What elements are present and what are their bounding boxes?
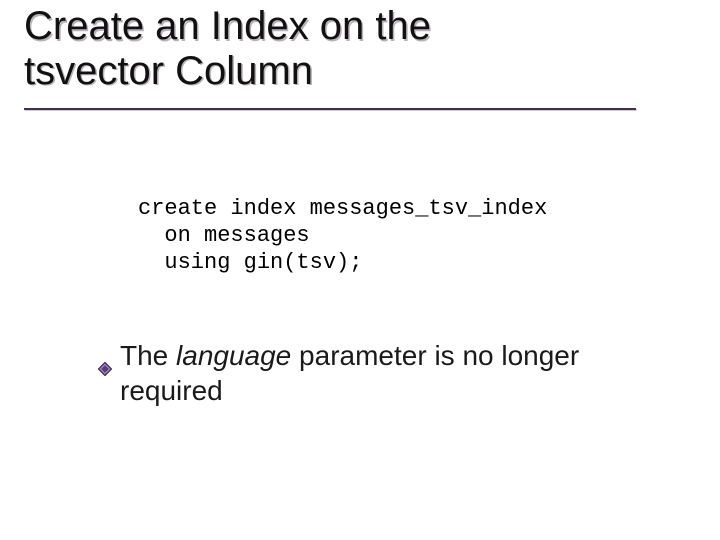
bullet-text: The language parameter is no longer requ… bbox=[120, 338, 658, 408]
code-line-3: using gin(tsv); bbox=[138, 250, 362, 275]
title-line2: tsvector Column bbox=[24, 49, 313, 93]
diamond-bullet-icon bbox=[98, 349, 112, 363]
title-line1: Create an Index on the bbox=[24, 4, 431, 48]
slide-title: Create an Index on the tsvector Column C… bbox=[24, 4, 684, 94]
bullet-text-pre: The bbox=[120, 340, 176, 371]
code-line-2: on messages bbox=[138, 223, 310, 248]
code-line-1: create index messages_tsv_index bbox=[138, 196, 547, 221]
bullet-text-italic: language bbox=[176, 340, 291, 371]
body-text: The language parameter is no longer requ… bbox=[98, 338, 658, 408]
title-front: Create an Index on the tsvector Column bbox=[24, 4, 684, 94]
code-block: create index messages_tsv_index on messa… bbox=[138, 196, 547, 276]
bullet-item: The language parameter is no longer requ… bbox=[98, 338, 658, 408]
title-underline bbox=[24, 108, 636, 110]
slide: Create an Index on the tsvector Column C… bbox=[0, 0, 720, 540]
